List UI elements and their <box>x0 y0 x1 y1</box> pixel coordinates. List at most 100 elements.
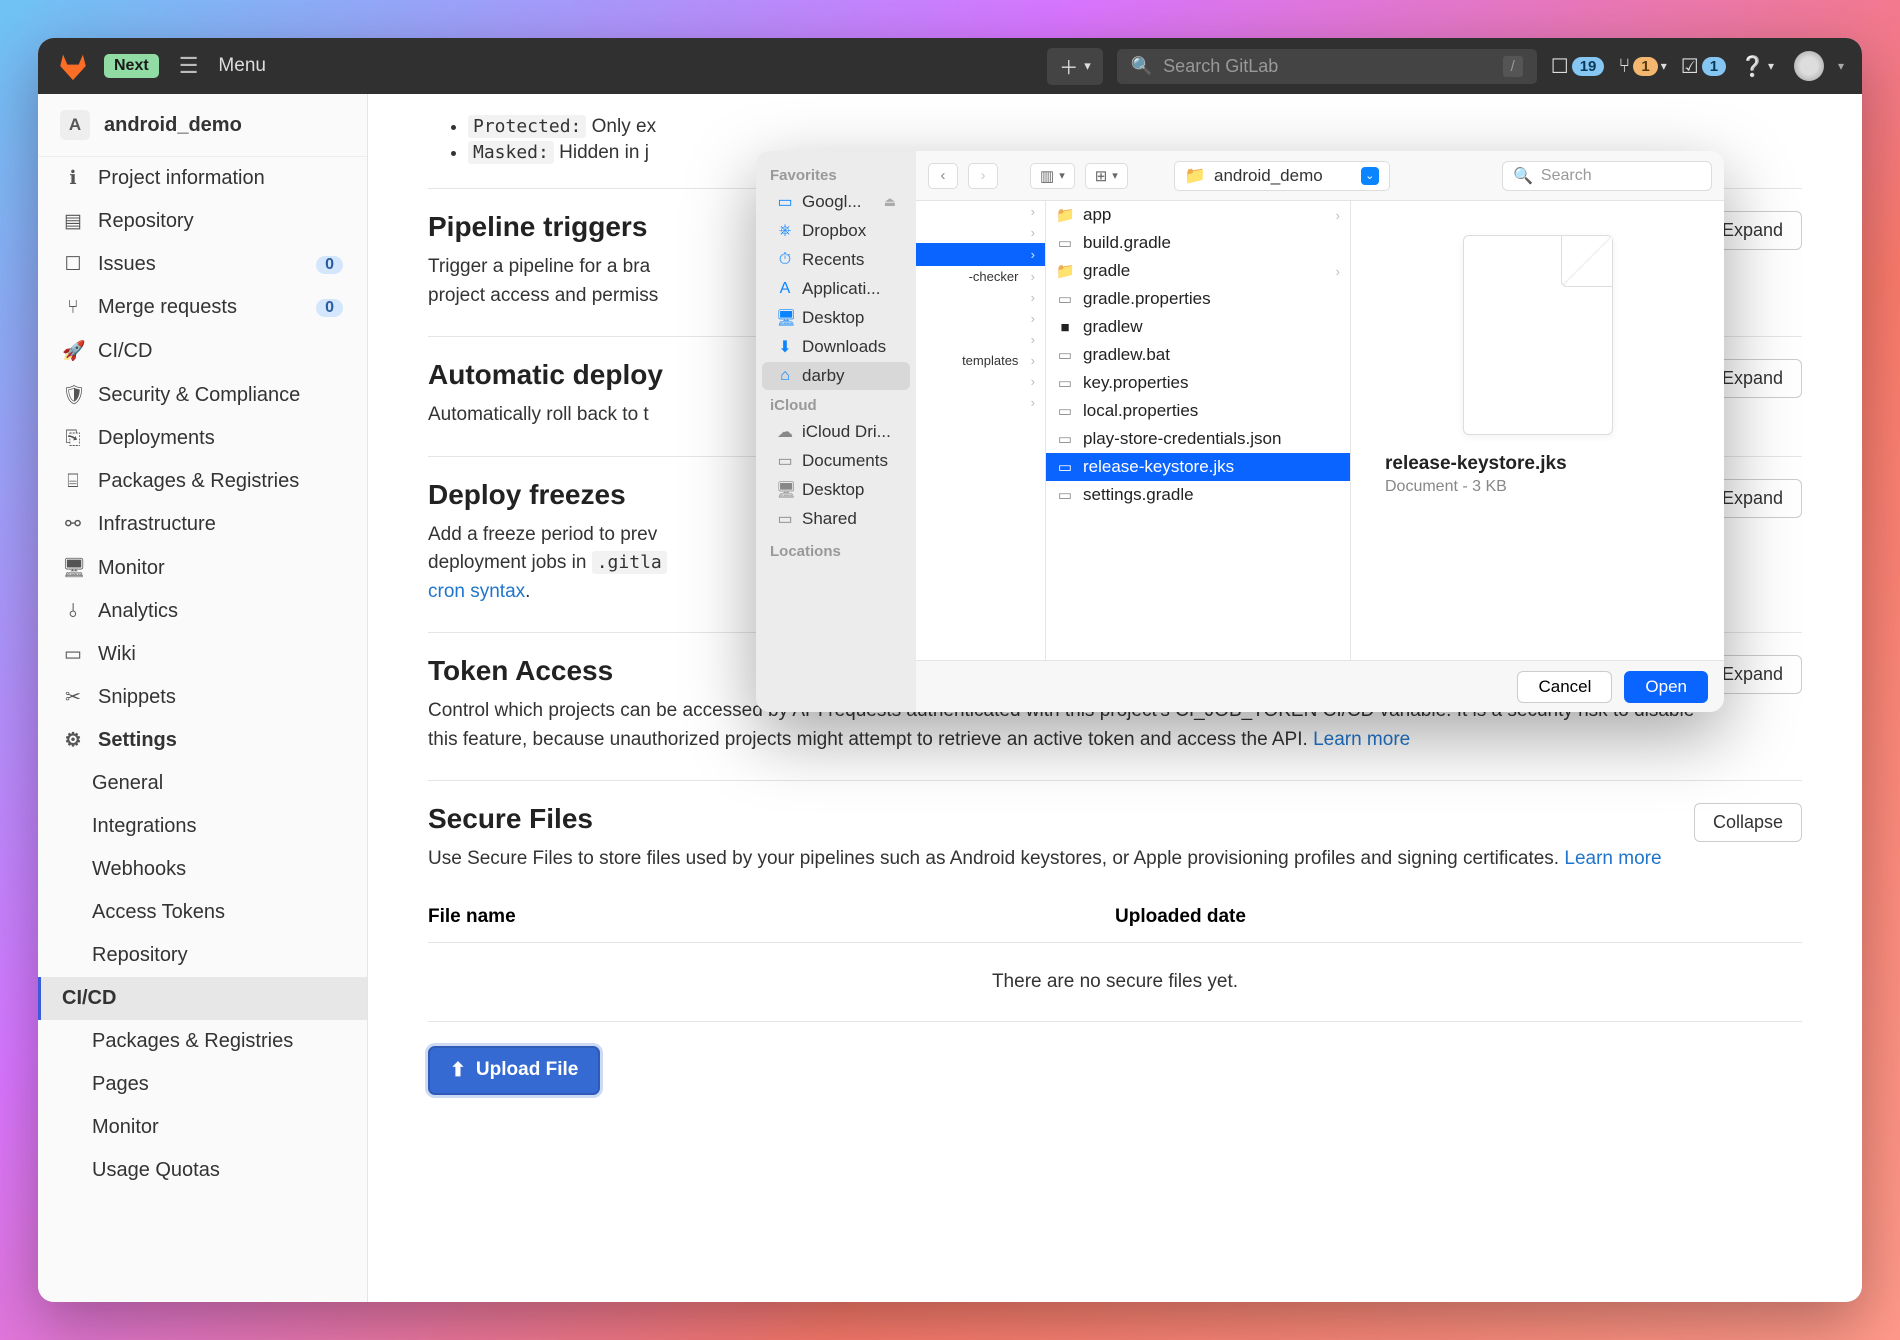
gitlab-logo-icon[interactable] <box>56 49 90 83</box>
col1-row[interactable]: › <box>916 329 1045 350</box>
icloud-item[interactable]: 🖥Desktop <box>762 476 910 504</box>
file-item[interactable]: ▭build.gradle <box>1046 229 1350 257</box>
hamburger-icon[interactable]: ☰ <box>179 53 199 79</box>
menu-label[interactable]: Menu <box>218 55 266 77</box>
col1-row[interactable]: › <box>916 392 1045 413</box>
favorite-item[interactable]: 🖥Desktop <box>762 304 910 332</box>
icloud-item[interactable]: ▭Shared <box>762 505 910 533</box>
settings-sub-repository[interactable]: Repository <box>38 934 367 977</box>
group-view-button[interactable]: ⊞ ▾ <box>1085 163 1128 189</box>
col1-row[interactable]: › <box>916 308 1045 329</box>
file-type-icon: ■ <box>1056 319 1074 336</box>
favorite-icon: 🖥 <box>776 308 794 328</box>
sidebar-item-monitor[interactable]: 🖥Monitor <box>38 546 367 590</box>
settings-sub-usage-quotas[interactable]: Usage Quotas <box>38 1149 367 1192</box>
search-input[interactable]: 🔍 Search GitLab / <box>1117 49 1537 84</box>
sidebar-item-snippets[interactable]: ✂Snippets <box>38 676 367 719</box>
file-item[interactable]: ▭local.properties <box>1046 397 1350 425</box>
file-item[interactable]: 📁gradle› <box>1046 257 1350 285</box>
sidebar-item-settings[interactable]: ⚙Settings <box>38 719 367 762</box>
file-item[interactable]: ▭key.properties <box>1046 369 1350 397</box>
cron-syntax-link[interactable]: cron syntax <box>428 581 525 602</box>
favorite-item[interactable]: ⌂darby <box>762 362 910 390</box>
settings-sub-webhooks[interactable]: Webhooks <box>38 848 367 891</box>
column-view-button[interactable]: ▥ ▾ <box>1030 163 1075 189</box>
col1-row[interactable]: -checker › <box>916 266 1045 287</box>
file-item[interactable]: ▭play-store-credentials.json <box>1046 425 1350 453</box>
settings-sub-ci-cd[interactable]: CI/CD <box>38 977 367 1020</box>
sidebar-item-merge-requests[interactable]: ⑂Merge requests0 <box>38 286 367 329</box>
col1-row[interactable]: › <box>916 287 1045 308</box>
favorite-item[interactable]: ▭Googl...⏏ <box>762 188 910 216</box>
file-item[interactable]: 📁app› <box>1046 201 1350 229</box>
col1-row[interactable]: › <box>916 201 1045 222</box>
favorite-item[interactable]: ⏱Recents <box>762 246 910 274</box>
col1-row[interactable]: › <box>916 371 1045 392</box>
project-header[interactable]: A android_demo <box>38 94 367 157</box>
secure-files-collapse-button[interactable]: Collapse <box>1694 803 1802 842</box>
settings-sub-packages-registries[interactable]: Packages & Registries <box>38 1020 367 1063</box>
project-avatar: A <box>60 110 90 140</box>
file-item[interactable]: ▭settings.gradle <box>1046 481 1350 509</box>
sidebar-item-issues[interactable]: ☐Issues0 <box>38 243 367 286</box>
nav-icon: ▭ <box>62 643 84 666</box>
settings-sub-access-tokens[interactable]: Access Tokens <box>38 891 367 934</box>
dialog-search-input[interactable]: 🔍 Search <box>1502 161 1712 191</box>
file-item[interactable]: ■gradlew <box>1046 313 1350 341</box>
path-dropdown[interactable]: 📁 android_demo ⌄ <box>1174 161 1390 191</box>
search-icon: 🔍 <box>1131 56 1153 77</box>
sidebar-item-deployments[interactable]: ⎘Deployments <box>38 417 367 460</box>
favorite-icon: ⏱ <box>776 251 794 269</box>
col1-row[interactable]: templates › <box>916 350 1045 371</box>
open-button[interactable]: Open <box>1624 671 1708 703</box>
favorite-item[interactable]: AApplicati... <box>762 275 910 303</box>
file-type-icon: ▭ <box>1056 346 1074 364</box>
token-access-learn-more-link[interactable]: Learn more <box>1313 729 1410 750</box>
sidebar-item-wiki[interactable]: ▭Wiki <box>38 633 367 676</box>
todos-indicator[interactable]: ☑1 <box>1681 54 1726 79</box>
settings-sub-integrations[interactable]: Integrations <box>38 805 367 848</box>
upload-file-button[interactable]: ⬆ Upload File <box>428 1046 600 1095</box>
icloud-icon: ▭ <box>776 451 794 471</box>
nav-icon: ✂ <box>62 686 84 709</box>
settings-sub-monitor[interactable]: Monitor <box>38 1106 367 1149</box>
file-type-icon: ▭ <box>1056 374 1074 392</box>
icloud-item[interactable]: ▭Documents <box>762 447 910 475</box>
secure-files-title: Secure Files <box>428 803 1662 835</box>
secure-files-learn-more-link[interactable]: Learn more <box>1564 848 1661 869</box>
file-type-icon: ▭ <box>1056 430 1074 448</box>
preview-filename: release-keystore.jks <box>1385 453 1567 475</box>
sidebar-item-repository[interactable]: ▤Repository <box>38 200 367 243</box>
issues-indicator[interactable]: ☐19 <box>1551 54 1605 79</box>
sidebar-item-analytics[interactable]: ⫰Analytics <box>38 590 367 633</box>
settings-sub-general[interactable]: General <box>38 762 367 805</box>
sidebar-item-packages-registries[interactable]: ⌸Packages & Registries <box>38 460 367 503</box>
col1-row-selected[interactable]: › <box>916 243 1045 266</box>
folder-icon: 📁 <box>1185 166 1206 186</box>
nav-back-button[interactable]: ‹ <box>928 163 958 189</box>
file-type-icon: ▭ <box>1056 486 1074 504</box>
deploy-freezes-title: Deploy freezes <box>428 479 667 511</box>
col1-row[interactable]: › <box>916 222 1045 243</box>
nav-forward-button[interactable]: › <box>968 163 998 189</box>
nav-icon: 🚀 <box>62 339 84 363</box>
favorite-item[interactable]: ⬇Downloads <box>762 333 910 361</box>
file-item[interactable]: ▭gradlew.bat <box>1046 341 1350 369</box>
file-item[interactable]: ▭release-keystore.jks <box>1046 453 1350 481</box>
merge-indicator[interactable]: ⑂1 ▾ <box>1618 55 1666 78</box>
sidebar-item-ci-cd[interactable]: 🚀CI/CD <box>38 329 367 373</box>
favorite-item[interactable]: ⎈Dropbox <box>762 217 910 245</box>
sidebar-item-security-compliance[interactable]: 🛡Security & Compliance <box>38 373 367 417</box>
icloud-item[interactable]: ☁iCloud Dri... <box>762 418 910 446</box>
nav-icon: ⚙ <box>62 729 84 752</box>
cancel-button[interactable]: Cancel <box>1517 671 1612 703</box>
settings-sub-pages[interactable]: Pages <box>38 1063 367 1106</box>
sidebar-item-project-information[interactable]: ℹProject information <box>38 157 367 200</box>
sidebar-item-infrastructure[interactable]: ⚯Infrastructure <box>38 503 367 546</box>
create-menu-button[interactable]: ＋ ▾ <box>1047 48 1103 85</box>
locations-section-label: Locations <box>756 537 916 563</box>
help-button[interactable]: ❔ ▾ <box>1740 54 1774 79</box>
user-avatar[interactable] <box>1794 51 1824 81</box>
nav-icon: 🖥 <box>62 556 84 580</box>
file-item[interactable]: ▭gradle.properties <box>1046 285 1350 313</box>
